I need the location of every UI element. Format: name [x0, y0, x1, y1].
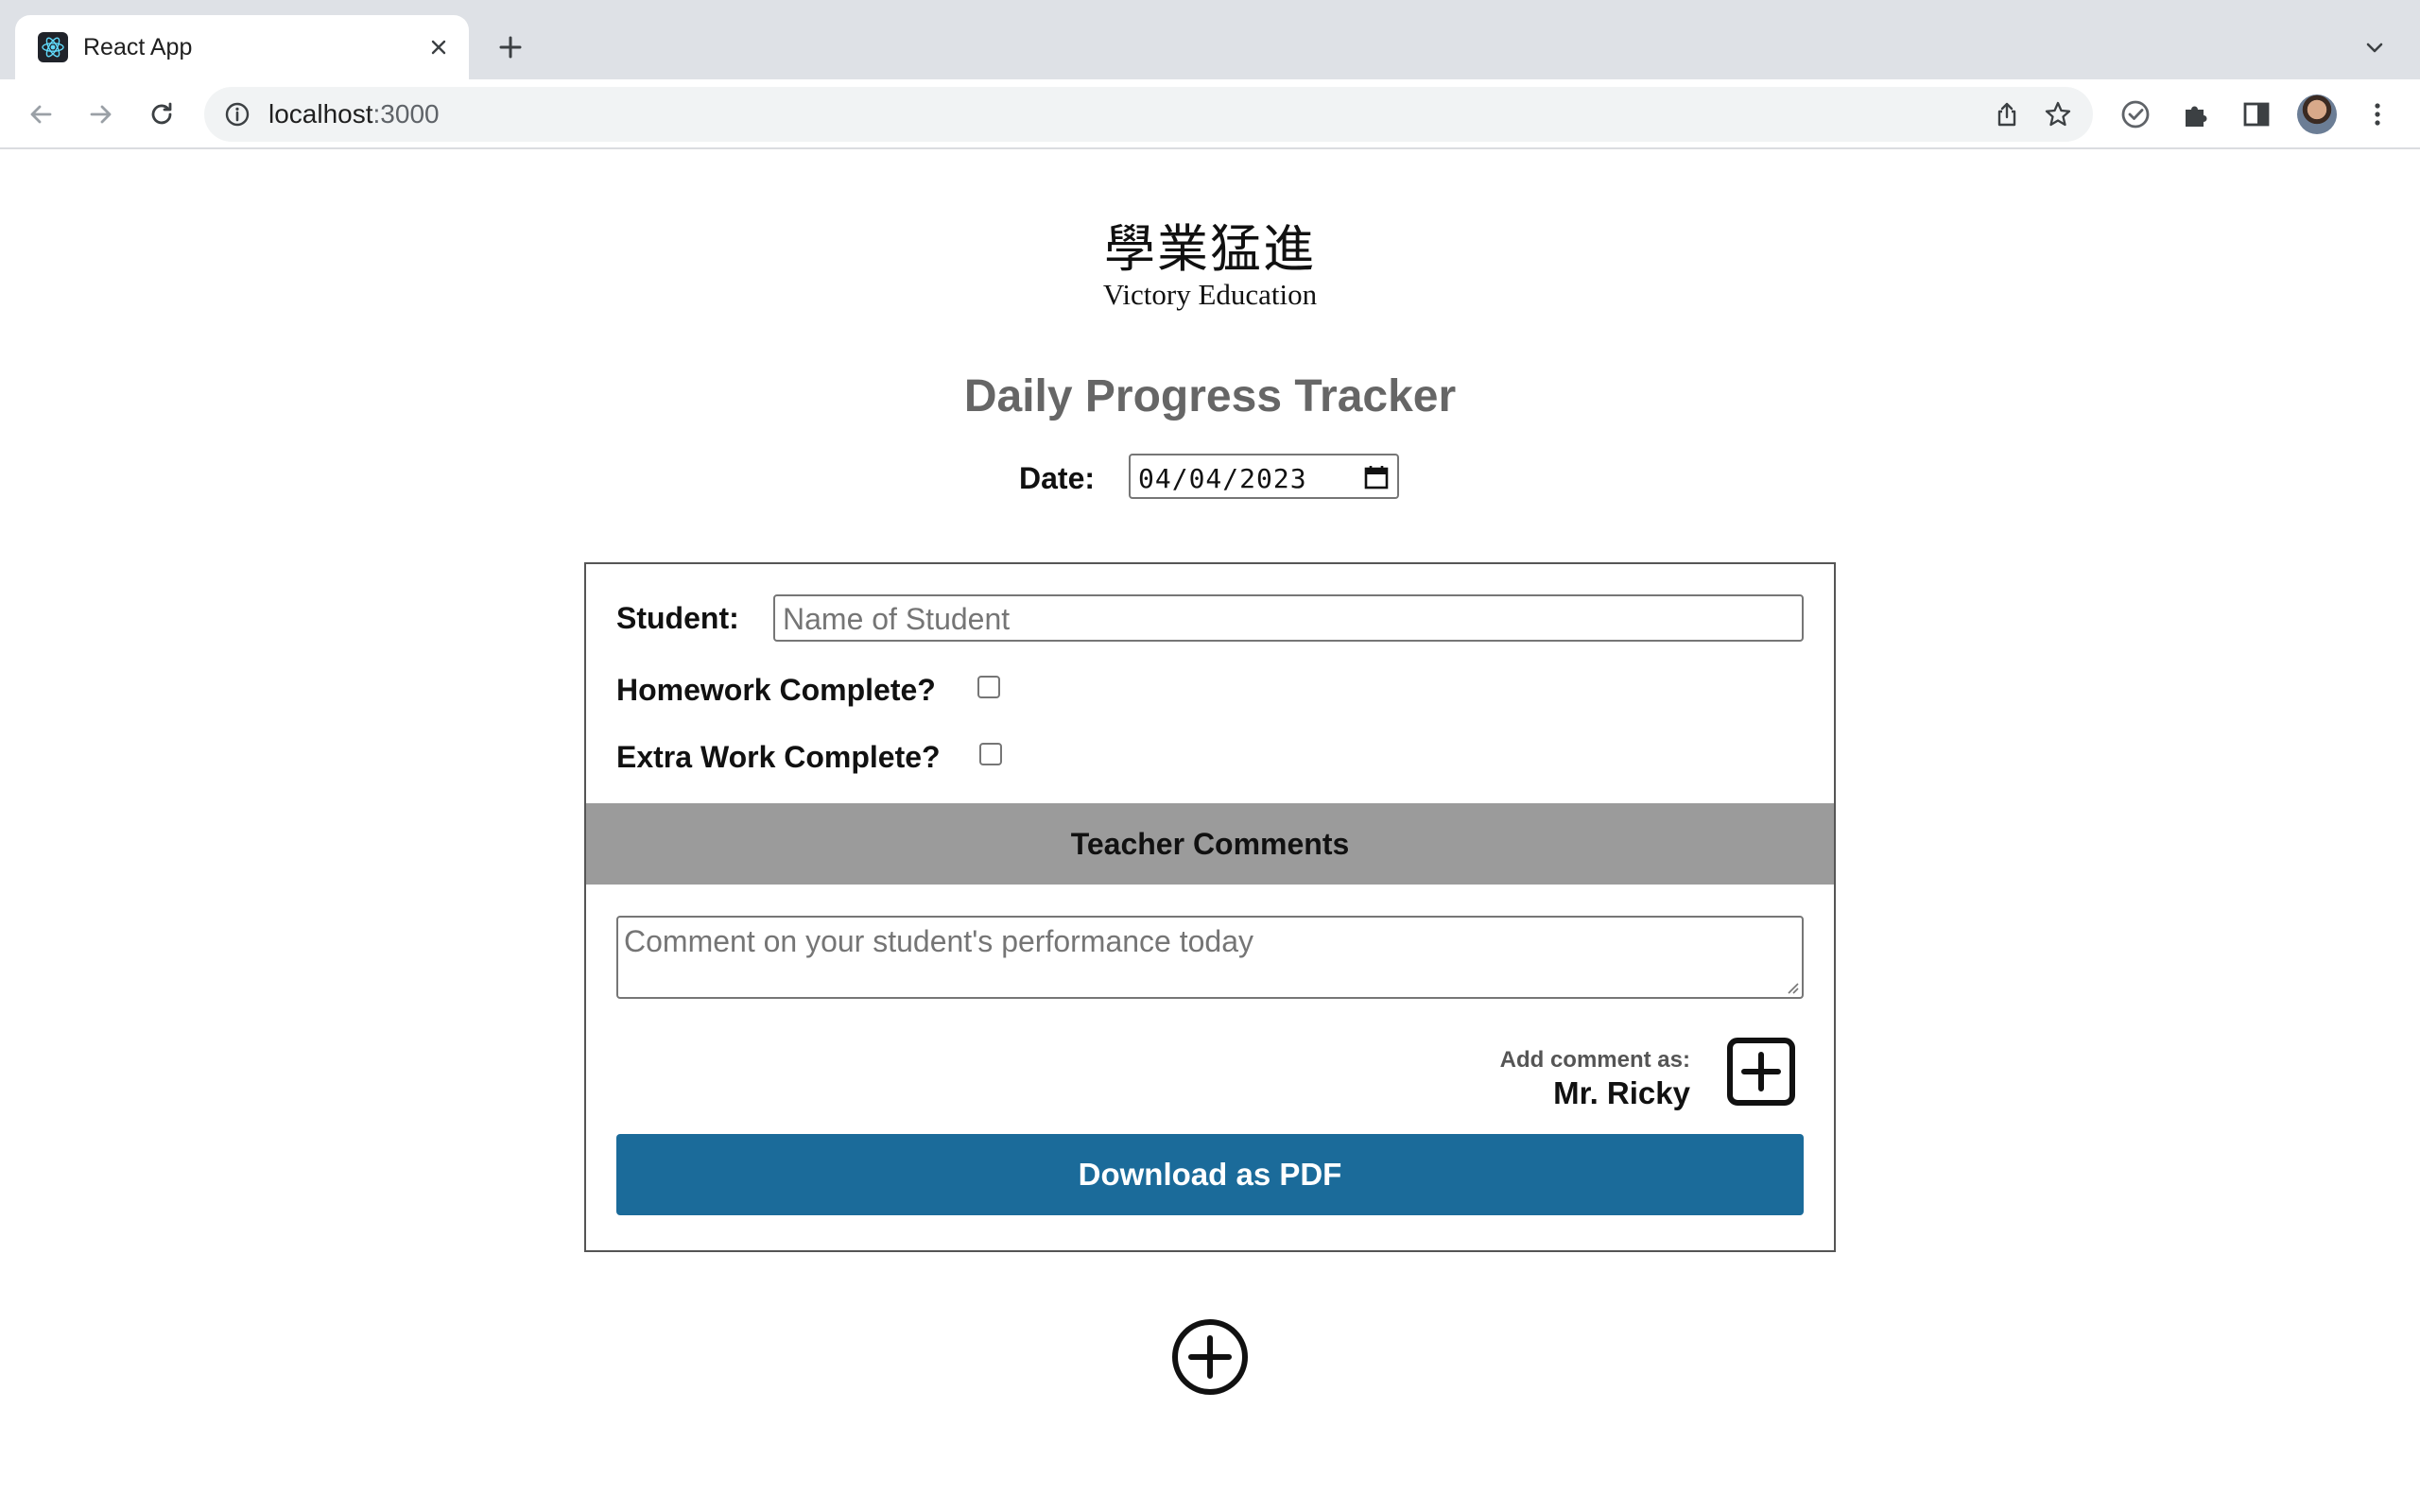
- date-value: 04/04/2023: [1138, 463, 1307, 494]
- resize-handle-icon[interactable]: [1784, 979, 1799, 994]
- check-circle-icon[interactable]: [2118, 96, 2153, 132]
- student-name-input[interactable]: Name of Student: [773, 594, 1804, 642]
- forward-arrow-icon[interactable]: [81, 94, 121, 134]
- browser-tab-strip: React App: [0, 0, 2420, 79]
- download-pdf-button[interactable]: Download as PDF: [616, 1134, 1804, 1215]
- student-card: Student: Name of Student Homework Comple…: [584, 562, 1836, 1252]
- comment-placeholder: Comment on your student's performance to…: [624, 924, 1253, 958]
- logo-english-text: Victory Education: [1102, 278, 1318, 311]
- kebab-menu-icon[interactable]: [2360, 96, 2395, 132]
- close-icon[interactable]: [425, 34, 452, 60]
- browser-tab[interactable]: React App: [15, 15, 469, 79]
- teacher-name: Mr. Ricky: [1553, 1075, 1690, 1110]
- react-logo-icon: [38, 32, 68, 62]
- calendar-icon[interactable]: [1363, 464, 1390, 490]
- homework-label: Homework Complete?: [616, 673, 936, 707]
- teacher-comments-header: Teacher Comments: [586, 803, 1834, 885]
- extra-work-label: Extra Work Complete?: [616, 740, 941, 774]
- reload-icon[interactable]: [142, 94, 182, 134]
- date-label: Date:: [1019, 461, 1096, 495]
- browser-toolbar: localhost:3000: [0, 79, 2420, 149]
- tab-title: React App: [83, 34, 193, 60]
- share-icon[interactable]: [1993, 100, 2021, 129]
- chevron-down-icon[interactable]: [2356, 28, 2394, 66]
- homework-checkbox[interactable]: [977, 676, 1000, 698]
- extra-work-checkbox[interactable]: [979, 743, 1002, 765]
- plus-icon[interactable]: [492, 28, 529, 66]
- add-square-icon[interactable]: [1726, 1037, 1796, 1107]
- address-bar[interactable]: localhost:3000: [204, 87, 2093, 142]
- logo-chinese-text: 學業猛進: [1104, 219, 1316, 279]
- info-icon[interactable]: [223, 100, 251, 129]
- date-input[interactable]: 04/04/2023: [1129, 454, 1399, 499]
- back-arrow-icon[interactable]: [21, 94, 60, 134]
- student-name-placeholder: Name of Student: [783, 602, 1011, 636]
- page-title: Daily Progress Tracker: [963, 371, 1457, 421]
- puzzle-icon[interactable]: [2178, 96, 2214, 132]
- side-panel-icon[interactable]: [2238, 96, 2274, 132]
- logo: 學業猛進 Victory Education: [1021, 219, 1399, 310]
- date-row: Date: 04/04/2023: [1019, 454, 1416, 501]
- avatar[interactable]: [2297, 94, 2337, 134]
- url-text: localhost:3000: [268, 99, 440, 129]
- comment-textarea[interactable]: Comment on your student's performance to…: [616, 916, 1804, 999]
- page-content: 學業猛進 Victory Education Daily Progress Tr…: [0, 149, 2420, 1512]
- add-comment-as-label: Add comment as:: [1499, 1047, 1690, 1073]
- star-icon[interactable]: [2044, 100, 2072, 129]
- add-circle-icon[interactable]: [1170, 1317, 1250, 1397]
- add-comment-as: Add comment as: Mr. Ricky: [1500, 1046, 1690, 1112]
- student-label: Student:: [616, 601, 739, 635]
